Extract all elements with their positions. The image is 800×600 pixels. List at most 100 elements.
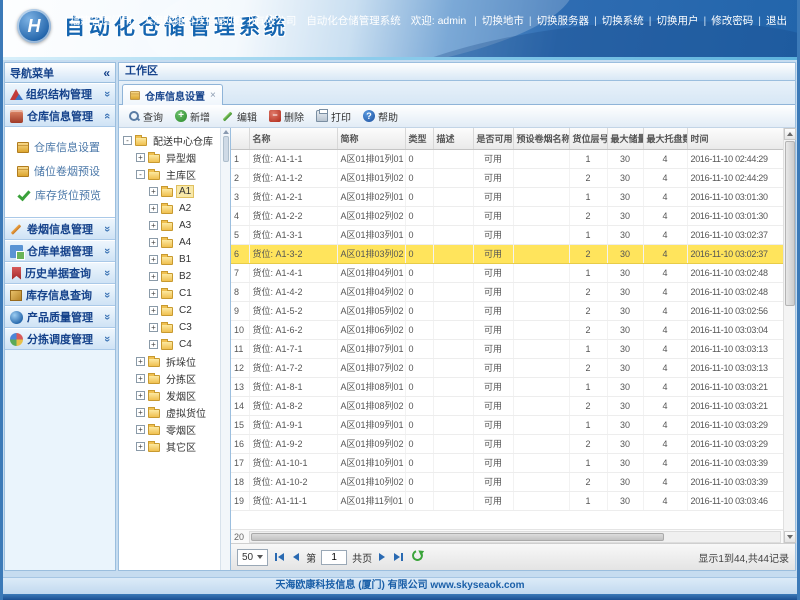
- sidebar-item[interactable]: 库存信息查询»: [5, 284, 115, 306]
- table-row[interactable]: 6货位: A1-3-2A区01排03列020可用23042016-11-10 0…: [231, 244, 783, 263]
- page-size-select[interactable]: 50: [237, 549, 268, 566]
- tree-expander-icon[interactable]: +: [136, 357, 145, 366]
- tree-expander-icon[interactable]: +: [149, 204, 158, 213]
- toolbar-add-button[interactable]: 新增: [170, 107, 215, 126]
- table-row[interactable]: 12货位: A1-7-2A区01排07列020可用23042016-11-10 …: [231, 358, 783, 377]
- table-row[interactable]: 9货位: A1-5-2A区01排05列020可用23042016-11-10 0…: [231, 301, 783, 320]
- column-header-abbr[interactable]: 简称: [337, 128, 405, 149]
- toolbar-search-button[interactable]: 查询: [123, 107, 168, 126]
- column-header-max_capacity[interactable]: 最大储量: [607, 128, 643, 149]
- tree-expander-icon[interactable]: +: [149, 221, 158, 230]
- scroll-down-button[interactable]: [784, 531, 796, 543]
- table-row[interactable]: 11货位: A1-7-1A区01排07列010可用13042016-11-10 …: [231, 339, 783, 358]
- tree-expander-icon[interactable]: +: [149, 289, 158, 298]
- table-row[interactable]: 4货位: A1-2-2A区01排02列020可用23042016-11-10 0…: [231, 206, 783, 225]
- top-nav-link-3[interactable]: 切换用户: [657, 15, 699, 27]
- tree-node[interactable]: +A1: [119, 183, 220, 200]
- sidebar-item[interactable]: 仓库单据管理»: [5, 240, 115, 262]
- table-row[interactable]: 7货位: A1-4-1A区01排04列010可用13042016-11-10 0…: [231, 263, 783, 282]
- tree-expander-icon[interactable]: +: [149, 306, 158, 315]
- top-nav-link-0[interactable]: 切换地市: [482, 15, 524, 27]
- table-row[interactable]: 18货位: A1-10-2A区01排10列020可用23042016-11-10…: [231, 472, 783, 491]
- tree-node[interactable]: +B2: [119, 268, 220, 285]
- tab-close-icon[interactable]: ×: [210, 90, 216, 101]
- tree-node[interactable]: +零烟区: [119, 421, 220, 438]
- sidebar-item[interactable]: 历史单据查询»: [5, 262, 115, 284]
- tree-node[interactable]: +A4: [119, 234, 220, 251]
- table-row[interactable]: 14货位: A1-8-2A区01排08列020可用23042016-11-10 …: [231, 396, 783, 415]
- column-header-name[interactable]: 名称: [249, 128, 337, 149]
- scroll-up-icon[interactable]: [223, 130, 229, 134]
- tree-node[interactable]: +A2: [119, 200, 220, 217]
- tree-node[interactable]: +C4: [119, 336, 220, 353]
- tree-expander-icon[interactable]: -: [136, 170, 145, 179]
- toolbar-help-button[interactable]: 帮助: [358, 107, 403, 126]
- column-header-time[interactable]: 时间: [687, 128, 783, 149]
- tree-expander-icon[interactable]: +: [149, 187, 158, 196]
- page-number-input[interactable]: [321, 550, 347, 565]
- tree-scrollbar-thumb[interactable]: [223, 136, 229, 162]
- column-header-available[interactable]: 是否可用: [473, 128, 513, 149]
- tree-expander-icon[interactable]: +: [136, 408, 145, 417]
- sidebar-item[interactable]: 仓库信息管理«: [5, 105, 115, 127]
- first-page-button[interactable]: [273, 551, 286, 563]
- tree-expander-icon[interactable]: +: [149, 323, 158, 332]
- table-row[interactable]: 8货位: A1-4-2A区01排04列020可用23042016-11-10 0…: [231, 282, 783, 301]
- table-row[interactable]: 13货位: A1-8-1A区01排08列010可用13042016-11-10 …: [231, 377, 783, 396]
- tab-warehouse-info-settings[interactable]: 仓库信息设置 ×: [122, 84, 223, 105]
- tree-node[interactable]: +A3: [119, 217, 220, 234]
- tree-node[interactable]: +虚拟货位: [119, 404, 220, 421]
- toolbar-delete-button[interactable]: 删除: [264, 107, 309, 126]
- top-nav-link-4[interactable]: 修改密码: [711, 15, 753, 27]
- sidebar-subitem[interactable]: 仓库信息设置: [5, 135, 115, 159]
- column-header-preset[interactable]: 预设卷烟名称: [513, 128, 569, 149]
- tree-node[interactable]: +发烟区: [119, 387, 220, 404]
- horizontal-scrollbar-thumb[interactable]: [251, 533, 664, 541]
- table-row[interactable]: 17货位: A1-10-1A区01排10列010可用13042016-11-10…: [231, 453, 783, 472]
- next-page-button[interactable]: [377, 551, 387, 563]
- column-header-type[interactable]: 类型: [405, 128, 433, 149]
- sidebar-item[interactable]: 组织结构管理»: [5, 83, 115, 105]
- tree-node[interactable]: -配送中心仓库: [119, 132, 220, 149]
- tree-node[interactable]: +分拣区: [119, 370, 220, 387]
- prev-page-button[interactable]: [291, 551, 301, 563]
- tree-node[interactable]: +C3: [119, 319, 220, 336]
- tree-expander-icon[interactable]: +: [149, 340, 158, 349]
- table-row[interactable]: 19货位: A1-11-1A区01排11列010可用13042016-11-10…: [231, 491, 783, 510]
- last-page-button[interactable]: [392, 551, 405, 563]
- vertical-scrollbar-thumb[interactable]: [785, 141, 795, 306]
- sidebar-subitem[interactable]: 储位卷烟预设: [5, 159, 115, 183]
- top-nav-link-1[interactable]: 切换服务器: [537, 15, 590, 27]
- column-header-desc[interactable]: 描述: [433, 128, 473, 149]
- tree-expander-icon[interactable]: +: [149, 272, 158, 281]
- tree-expander-icon[interactable]: +: [136, 153, 145, 162]
- tree-expander-icon[interactable]: +: [136, 374, 145, 383]
- sidebar-collapse-button[interactable]: «: [103, 66, 110, 80]
- table-row[interactable]: 3货位: A1-2-1A区01排02列010可用13042016-11-10 0…: [231, 187, 783, 206]
- table-row[interactable]: 10货位: A1-6-2A区01排06列020可用23042016-11-10 …: [231, 320, 783, 339]
- tree-expander-icon[interactable]: +: [149, 255, 158, 264]
- top-nav-link-5[interactable]: 退出: [766, 15, 787, 27]
- tree-node[interactable]: -主库区: [119, 166, 220, 183]
- table-horizontal-scrollbar[interactable]: [249, 531, 781, 543]
- table-row[interactable]: 15货位: A1-9-1A区01排09列010可用13042016-11-10 …: [231, 415, 783, 434]
- tree-node[interactable]: +异型烟: [119, 149, 220, 166]
- tree-expander-icon[interactable]: +: [149, 238, 158, 247]
- sidebar-item[interactable]: 产品质量管理»: [5, 306, 115, 328]
- tree-expander-icon[interactable]: +: [136, 391, 145, 400]
- table-row[interactable]: 2货位: A1-1-2A区01排01列020可用23042016-11-10 0…: [231, 168, 783, 187]
- sidebar-item[interactable]: 分拣调度管理»: [5, 328, 115, 350]
- tree-node[interactable]: +B1: [119, 251, 220, 268]
- column-header-max_pallets[interactable]: 最大托盘数: [643, 128, 687, 149]
- table-vertical-scrollbar[interactable]: [783, 128, 795, 543]
- tree-scrollbar[interactable]: [220, 128, 230, 570]
- refresh-button[interactable]: [410, 548, 425, 566]
- top-nav-link-2[interactable]: 切换系统: [602, 15, 644, 27]
- tree-expander-icon[interactable]: +: [136, 442, 145, 451]
- table-row[interactable]: 5货位: A1-3-1A区01排03列010可用13042016-11-10 0…: [231, 225, 783, 244]
- sidebar-item[interactable]: 卷烟信息管理»: [5, 218, 115, 240]
- table-row[interactable]: 1货位: A1-1-1A区01排01列010可用13042016-11-10 0…: [231, 149, 783, 168]
- tree-node[interactable]: +C2: [119, 302, 220, 319]
- scroll-up-button[interactable]: [784, 128, 796, 140]
- tree-node[interactable]: +其它区: [119, 438, 220, 455]
